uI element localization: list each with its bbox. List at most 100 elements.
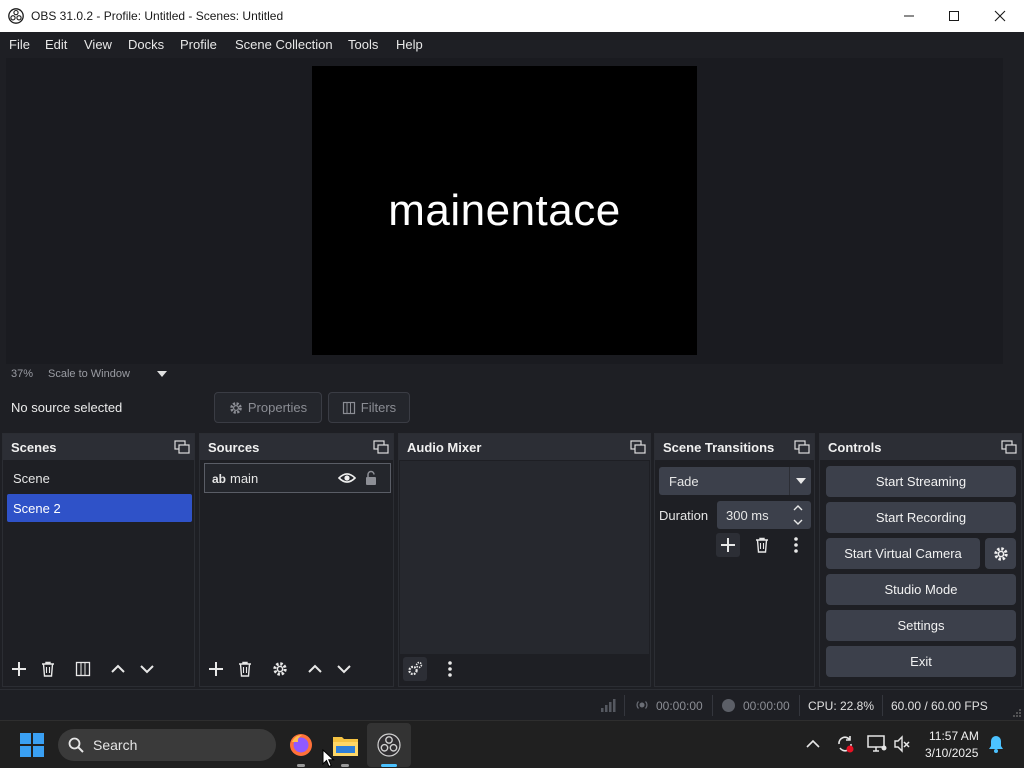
app-running-indicator bbox=[297, 764, 305, 767]
close-icon bbox=[994, 10, 1006, 22]
bell-icon[interactable] bbox=[988, 735, 1004, 753]
start-streaming-button[interactable]: Start Streaming bbox=[826, 466, 1016, 497]
remove-scene-button[interactable] bbox=[36, 657, 60, 681]
preview-text: mainentace bbox=[388, 185, 621, 235]
properties-button[interactable]: Properties bbox=[214, 392, 322, 423]
chevron-up-icon[interactable] bbox=[806, 739, 820, 749]
dock-title: Scene Transitions bbox=[663, 440, 775, 455]
remove-source-button[interactable] bbox=[233, 657, 257, 681]
undock-icon[interactable] bbox=[1001, 440, 1017, 454]
status-separator bbox=[882, 695, 883, 716]
move-source-down-button[interactable] bbox=[332, 657, 356, 681]
duration-spinbox[interactable]: 300 ms bbox=[717, 501, 811, 529]
virtual-camera-settings-button[interactable] bbox=[985, 538, 1016, 569]
chevron-down-icon[interactable] bbox=[157, 371, 167, 377]
studio-mode-button[interactable]: Studio Mode bbox=[826, 574, 1016, 605]
obs-taskbar-button[interactable] bbox=[367, 723, 411, 767]
menu-help[interactable]: Help bbox=[396, 37, 423, 52]
chevron-up-icon[interactable] bbox=[793, 505, 803, 511]
cpu-usage: CPU: 22.8% bbox=[808, 699, 875, 713]
dock-header: Sources bbox=[200, 434, 393, 460]
preview-scrollbar[interactable] bbox=[1003, 58, 1024, 385]
minimize-button[interactable] bbox=[886, 0, 932, 32]
lock-icon[interactable] bbox=[365, 470, 377, 486]
start-virtual-camera-button[interactable]: Start Virtual Camera bbox=[826, 538, 980, 569]
speaker-muted-icon[interactable] bbox=[893, 735, 911, 753]
eye-icon[interactable] bbox=[338, 472, 356, 484]
file-explorer-icon[interactable] bbox=[333, 734, 358, 756]
taskbar: Search 11:57 AM 3/10/2025 bbox=[0, 720, 1024, 768]
exit-button[interactable]: Exit bbox=[826, 646, 1016, 677]
dock-header: Controls bbox=[820, 434, 1021, 460]
windows-start-icon[interactable] bbox=[20, 733, 44, 757]
select-divider bbox=[789, 467, 790, 495]
scene-item-label: Scene 2 bbox=[13, 501, 61, 516]
monitor-icon[interactable] bbox=[867, 735, 887, 753]
status-separator bbox=[712, 695, 713, 716]
move-scene-up-button[interactable] bbox=[106, 657, 130, 681]
source-item-label: main bbox=[230, 471, 259, 486]
transition-select[interactable]: Fade bbox=[659, 467, 811, 495]
undock-icon[interactable] bbox=[174, 440, 190, 454]
duration-value: 300 ms bbox=[726, 508, 769, 523]
search-icon bbox=[68, 737, 84, 753]
scene-item[interactable]: Scene bbox=[7, 464, 192, 492]
search-label: Search bbox=[93, 737, 138, 753]
plus-icon bbox=[12, 662, 26, 676]
menu-tools[interactable]: Tools bbox=[348, 37, 378, 52]
status-bar: 00:00:00 00:00:00 CPU: 22.8% 60.00 / 60.… bbox=[0, 689, 1024, 720]
menu-edit[interactable]: Edit bbox=[45, 37, 67, 52]
chevron-up-icon bbox=[111, 664, 125, 673]
start-recording-button[interactable]: Start Recording bbox=[826, 502, 1016, 533]
remove-transition-button[interactable] bbox=[750, 533, 774, 557]
resize-grip-icon[interactable] bbox=[1012, 708, 1022, 718]
window-title: OBS 31.0.2 - Profile: Untitled - Scenes:… bbox=[31, 9, 284, 23]
undock-icon[interactable] bbox=[373, 440, 389, 454]
chevron-down-icon[interactable] bbox=[793, 519, 803, 525]
scenes-dock: Scenes Scene Scene 2 bbox=[2, 433, 195, 687]
undock-icon[interactable] bbox=[794, 440, 810, 454]
clock-time[interactable]: 11:57 AM bbox=[929, 729, 979, 743]
trash-icon bbox=[42, 661, 54, 677]
scale-mode-select[interactable]: Scale to Window bbox=[48, 368, 130, 380]
add-transition-button[interactable] bbox=[716, 533, 740, 557]
source-properties-button[interactable] bbox=[268, 657, 292, 681]
firefox-icon[interactable] bbox=[289, 733, 313, 757]
minimize-icon bbox=[904, 15, 914, 17]
move-scene-down-button[interactable] bbox=[135, 657, 159, 681]
audio-mixer-menu-button[interactable] bbox=[438, 657, 462, 681]
menu-docks[interactable]: Docks bbox=[128, 37, 164, 52]
menu-profile[interactable]: Profile bbox=[180, 37, 217, 52]
settings-button[interactable]: Settings bbox=[826, 610, 1016, 641]
sync-icon[interactable] bbox=[835, 734, 855, 754]
maximize-button[interactable] bbox=[931, 0, 977, 32]
close-button[interactable] bbox=[977, 0, 1023, 32]
menu-scene-collection[interactable]: Scene Collection bbox=[235, 37, 333, 52]
scene-filters-button[interactable] bbox=[71, 657, 95, 681]
fps-readout: 60.00 / 60.00 FPS bbox=[891, 699, 988, 713]
preview-canvas[interactable]: mainentace bbox=[312, 66, 697, 355]
gear-icon bbox=[273, 662, 287, 676]
scene-list: Scene Scene 2 bbox=[7, 462, 192, 658]
record-time: 00:00:00 bbox=[743, 699, 790, 713]
source-item[interactable]: ab main bbox=[204, 463, 391, 493]
filters-button[interactable]: Filters bbox=[328, 392, 410, 423]
taskbar-search[interactable]: Search bbox=[58, 729, 276, 761]
chevron-up-icon bbox=[308, 664, 322, 673]
context-bar: No source selected Properties Filters bbox=[0, 386, 1024, 430]
add-source-button[interactable] bbox=[204, 657, 228, 681]
scene-item-selected[interactable]: Scene 2 bbox=[7, 494, 192, 522]
transition-menu-button[interactable] bbox=[784, 533, 808, 557]
move-source-up-button[interactable] bbox=[303, 657, 327, 681]
menu-file[interactable]: File bbox=[9, 37, 30, 52]
clock-date[interactable]: 3/10/2025 bbox=[925, 746, 978, 760]
obs-logo-icon bbox=[8, 8, 24, 24]
add-scene-button[interactable] bbox=[7, 657, 31, 681]
text-source-icon: ab bbox=[212, 472, 227, 486]
advanced-audio-properties-button[interactable] bbox=[403, 657, 427, 681]
source-selection-label: No source selected bbox=[11, 400, 123, 415]
menu-view[interactable]: View bbox=[84, 37, 112, 52]
undock-icon[interactable] bbox=[630, 440, 646, 454]
gear-icon bbox=[993, 546, 1008, 561]
preview-zoom-bar: 37% Scale to Window bbox=[6, 364, 1003, 384]
